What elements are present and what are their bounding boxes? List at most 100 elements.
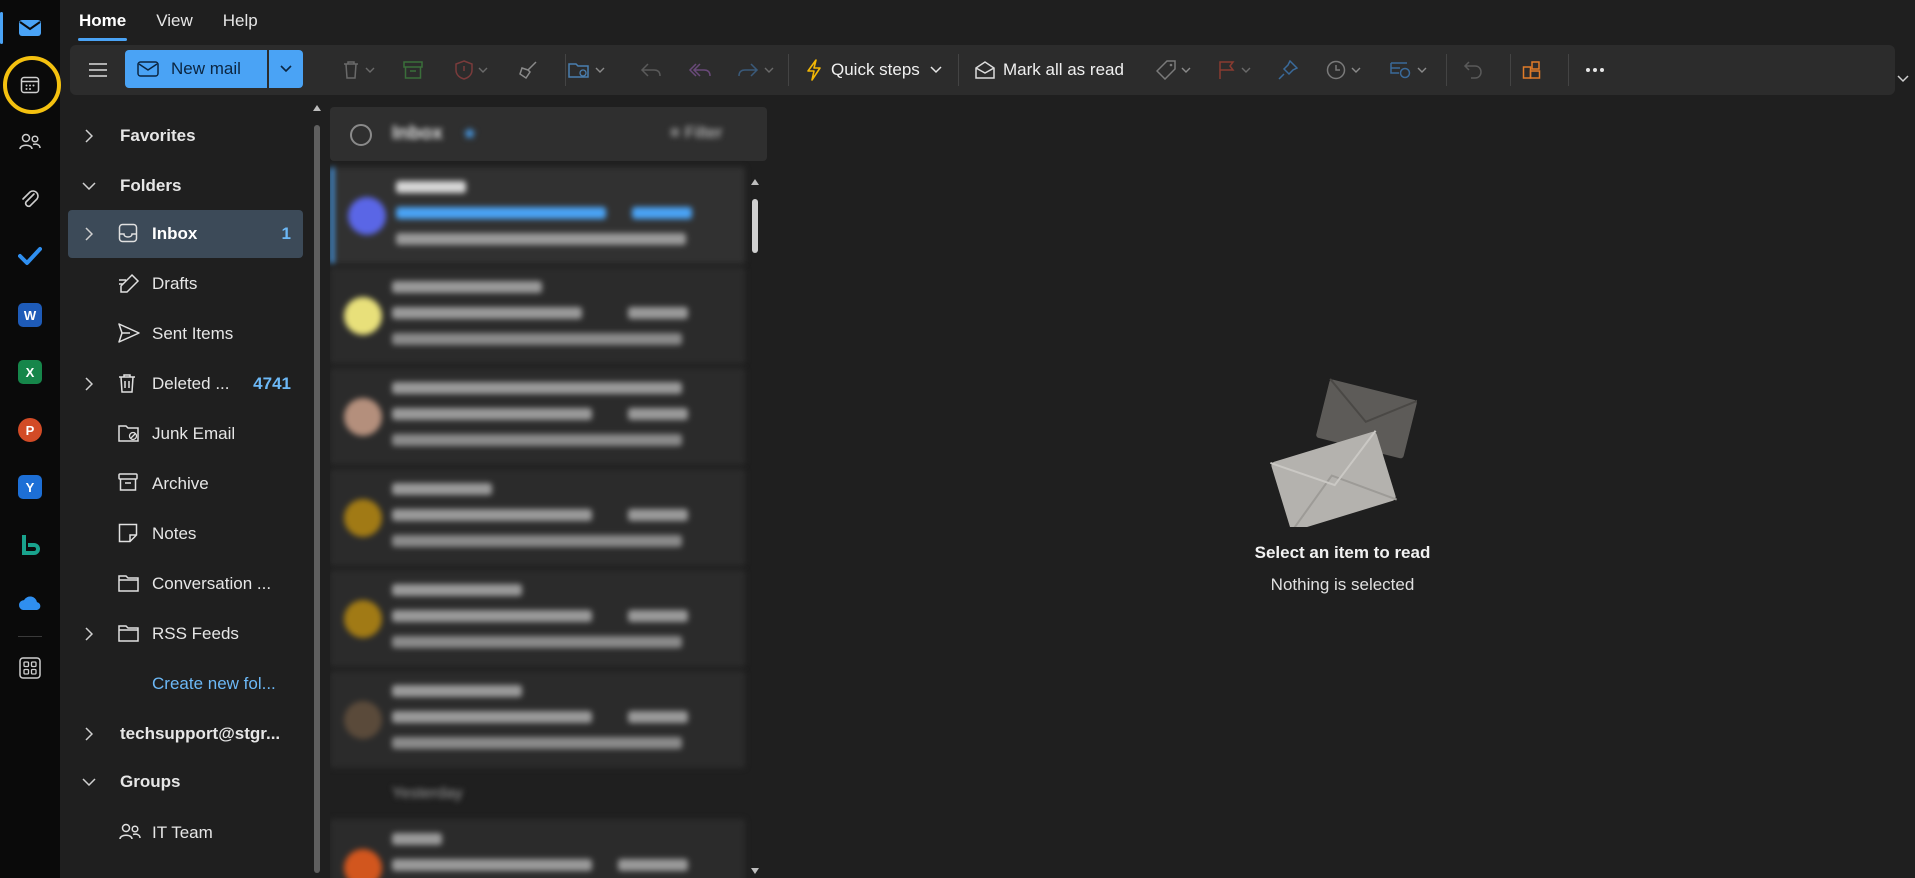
bookings-app-button[interactable] [10, 525, 50, 565]
message-time [628, 408, 688, 420]
folder-archive[interactable]: Archive [68, 460, 303, 508]
hamburger-button[interactable] [88, 53, 108, 87]
message-preview [392, 737, 682, 749]
toolbar-divider [958, 54, 959, 86]
report-button[interactable] [455, 53, 488, 87]
message-sender [392, 281, 542, 293]
message-subject [392, 859, 592, 871]
message-time [628, 509, 688, 521]
message-list-title: Inbox [392, 123, 443, 144]
chevron-down-icon [82, 182, 96, 190]
trash-icon [344, 61, 358, 79]
app-rail: W X P Y [0, 0, 61, 878]
people-app-button[interactable] [10, 122, 50, 162]
todo-app-button[interactable] [10, 236, 50, 276]
categorize-button[interactable] [1156, 53, 1191, 87]
powerpoint-app-button[interactable]: P [10, 410, 50, 450]
archive-icon [403, 61, 423, 79]
folder-rss-label: RSS Feeds [152, 624, 239, 643]
message-item[interactable] [330, 819, 745, 878]
excel-app-button[interactable]: X [10, 352, 50, 392]
scroll-thumb[interactable] [314, 125, 320, 873]
reply-button[interactable] [640, 53, 662, 87]
inbox-icon [118, 223, 138, 243]
pin-button[interactable] [1278, 53, 1298, 87]
apps-grid-icon [19, 657, 41, 679]
folder-sent[interactable]: Sent Items [68, 310, 303, 358]
chevron-down-icon [365, 67, 375, 73]
word-app-button[interactable]: W [10, 295, 50, 335]
folder-conversation[interactable]: Conversation ... [68, 560, 303, 608]
chevron-right-icon [85, 377, 93, 391]
account-header[interactable]: techsupport@stgr... [68, 710, 303, 758]
tab-home[interactable]: Home [78, 10, 128, 44]
message-item[interactable] [330, 570, 745, 667]
yammer-app-button[interactable]: Y [10, 467, 50, 507]
archive-button[interactable] [403, 53, 423, 87]
powerpoint-icon: P [18, 418, 42, 442]
filter-label: Filter [684, 123, 723, 142]
favorite-star-icon[interactable]: ★ [462, 124, 477, 144]
onedrive-app-button[interactable] [10, 583, 50, 623]
mark-all-read-button[interactable]: Mark all as read [975, 53, 1124, 87]
message-item[interactable] [330, 469, 745, 566]
folder-junk[interactable]: Junk Email [68, 410, 303, 458]
select-all-icon[interactable] [350, 124, 372, 146]
tab-view[interactable]: View [155, 10, 194, 44]
message-item[interactable] [330, 167, 745, 264]
groups-header[interactable]: Groups [68, 758, 303, 806]
folder-drafts-label: Drafts [152, 274, 198, 293]
message-item[interactable] [330, 368, 745, 465]
undo-button[interactable] [1463, 53, 1483, 87]
message-list-scrollbar[interactable] [749, 169, 761, 878]
more-options-button[interactable] [1585, 53, 1605, 87]
message-preview [392, 333, 682, 345]
mark-all-read-label: Mark all as read [1003, 60, 1124, 79]
attachments-app-button[interactable] [10, 180, 50, 220]
calendar-app-button[interactable] [10, 65, 50, 105]
reply-all-button[interactable] [688, 53, 712, 87]
create-new-folder-link[interactable]: Create new fol... [68, 660, 303, 708]
chevron-down-icon [1417, 67, 1427, 73]
filter-button[interactable]: ≡ Filter [670, 123, 722, 143]
favorites-header[interactable]: Favorites [68, 112, 303, 160]
tab-help[interactable]: Help [222, 10, 259, 44]
move-to-button[interactable] [568, 53, 605, 87]
rules-icon [1390, 62, 1411, 79]
folder-notes[interactable]: Notes [68, 510, 303, 558]
add-ins-button[interactable] [1522, 53, 1542, 87]
folder-deleted-label: Deleted ... [152, 374, 230, 393]
message-item[interactable] [330, 267, 745, 364]
message-sender [392, 685, 522, 697]
scroll-down-icon [751, 868, 759, 874]
delete-button[interactable] [342, 53, 375, 87]
snooze-button[interactable] [1326, 53, 1361, 87]
folders-label: Folders [120, 176, 182, 195]
chevron-down-icon[interactable] [1897, 75, 1909, 83]
people-icon [19, 133, 41, 150]
chevron-down-icon [1181, 67, 1191, 73]
quick-steps-button[interactable]: Quick steps [805, 53, 942, 87]
more-apps-button[interactable] [10, 648, 50, 688]
scroll-thumb[interactable] [752, 199, 758, 253]
folders-header[interactable]: Folders [68, 162, 303, 210]
message-subject [396, 207, 606, 219]
folder-pane-scrollbar[interactable] [313, 105, 321, 875]
deleted-count: 4741 [253, 374, 291, 393]
forward-button[interactable] [737, 53, 774, 87]
folder-rss[interactable]: RSS Feeds [68, 610, 303, 658]
rules-button[interactable] [1390, 53, 1427, 87]
folder-icon [118, 625, 139, 642]
group-it-team[interactable]: IT Team [68, 809, 303, 857]
folder-inbox[interactable]: Inbox 1 [68, 210, 303, 258]
message-list-header: Inbox ★ ≡ Filter [330, 107, 767, 161]
folder-deleted[interactable]: Deleted ... 4741 [68, 360, 303, 408]
message-item[interactable] [330, 671, 745, 768]
new-mail-dropdown[interactable] [269, 50, 303, 88]
mail-app-button[interactable] [10, 8, 50, 48]
sweep-button[interactable] [518, 53, 538, 87]
folder-drafts[interactable]: Drafts [68, 260, 303, 308]
new-mail-button[interactable]: New mail [125, 50, 267, 88]
flag-button[interactable] [1218, 53, 1251, 87]
toolbar-divider [1568, 54, 1569, 86]
